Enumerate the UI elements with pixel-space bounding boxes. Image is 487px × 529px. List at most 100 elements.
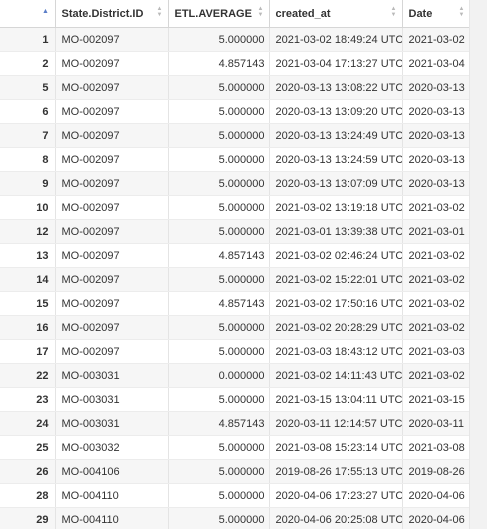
date-cell: 2020-04-06 [402,483,471,508]
sort-ascending-icon[interactable]: ▲ [42,8,49,15]
column-header-index[interactable]: ▲ [0,0,56,28]
state-district-id-cell: MO-002097 [55,147,169,172]
column-header-created-at[interactable]: created_at ▲ ▼ [269,0,403,28]
table-row[interactable]: 26 MO-004106 5.000000 2019-08-26 17:55:1… [0,459,471,484]
table-row[interactable]: 7 MO-002097 5.000000 2020-03-13 13:24:49… [0,123,471,148]
etl-average-cell: 5.000000 [168,147,270,172]
row-index-cell: 28 [0,483,56,508]
row-index-cell: 26 [0,459,56,484]
date-cell: 2020-03-13 [402,171,471,196]
state-district-id-cell: MO-002097 [55,51,169,76]
state-district-id-cell: MO-002097 [55,99,169,124]
state-district-id-cell: MO-002097 [55,291,169,316]
date-cell: 2021-03-02 [402,243,471,268]
table-row[interactable]: 16 MO-002097 5.000000 2021-03-02 20:28:2… [0,315,471,340]
date-cell: 2019-08-26 [402,459,471,484]
etl-average-cell: 4.857143 [168,291,270,316]
state-district-id-cell: MO-004110 [55,483,169,508]
data-table: ▲ State.District.ID ▲ ▼ ETL.AVERAGE ▲ ▼ cr… [0,0,471,529]
sort-icon[interactable]: ▲ ▼ [157,6,163,18]
header-row: ▲ State.District.ID ▲ ▼ ETL.AVERAGE ▲ ▼ cr… [0,0,471,28]
etl-average-cell: 0.000000 [168,363,270,388]
etl-average-cell: 5.000000 [168,219,270,244]
etl-average-cell: 4.857143 [168,411,270,436]
state-district-id-cell: MO-002097 [55,267,169,292]
etl-average-cell: 5.000000 [168,171,270,196]
created-at-cell: 2020-03-11 12:14:57 UTC [269,411,403,436]
state-district-id-cell: MO-003031 [55,387,169,412]
created-at-cell: 2020-04-06 20:25:08 UTC [269,507,403,529]
created-at-cell: 2021-03-02 17:50:16 UTC [269,291,403,316]
sort-icon[interactable]: ▲ ▼ [258,6,264,18]
etl-average-cell: 5.000000 [168,99,270,124]
etl-average-cell: 5.000000 [168,123,270,148]
table-row[interactable]: 5 MO-002097 5.000000 2020-03-13 13:08:22… [0,75,471,100]
etl-average-cell: 4.857143 [168,51,270,76]
date-cell: 2020-03-11 [402,411,471,436]
date-cell: 2020-03-13 [402,99,471,124]
date-cell: 2021-03-02 [402,363,471,388]
table-row[interactable]: 28 MO-004110 5.000000 2020-04-06 17:23:2… [0,483,471,508]
created-at-cell: 2021-03-15 13:04:11 UTC [269,387,403,412]
sort-icon[interactable]: ▲ ▼ [459,6,465,18]
state-district-id-cell: MO-002097 [55,315,169,340]
row-index-cell: 8 [0,147,56,172]
created-at-cell: 2021-03-04 17:13:27 UTC [269,51,403,76]
table-row[interactable]: 8 MO-002097 5.000000 2020-03-13 13:24:59… [0,147,471,172]
state-district-id-cell: MO-003032 [55,435,169,460]
row-index-cell: 25 [0,435,56,460]
state-district-id-cell: MO-003031 [55,411,169,436]
etl-average-cell: 5.000000 [168,27,270,52]
created-at-cell: 2019-08-26 17:55:13 UTC [269,459,403,484]
row-index-cell: 12 [0,219,56,244]
table-row[interactable]: 22 MO-003031 0.000000 2021-03-02 14:11:4… [0,363,471,388]
etl-average-cell: 5.000000 [168,507,270,529]
created-at-cell: 2021-03-08 15:23:14 UTC [269,435,403,460]
column-header-etl-average[interactable]: ETL.AVERAGE ▲ ▼ [168,0,270,28]
created-at-cell: 2021-03-02 14:11:43 UTC [269,363,403,388]
table-row[interactable]: 12 MO-002097 5.000000 2021-03-01 13:39:3… [0,219,471,244]
table-row[interactable]: 17 MO-002097 5.000000 2021-03-03 18:43:1… [0,339,471,364]
state-district-id-cell: MO-002097 [55,75,169,100]
row-index-cell: 13 [0,243,56,268]
created-at-cell: 2020-03-13 13:09:20 UTC [269,99,403,124]
table-row[interactable]: 25 MO-003032 5.000000 2021-03-08 15:23:1… [0,435,471,460]
row-index-cell: 29 [0,507,56,529]
state-district-id-cell: MO-004106 [55,459,169,484]
state-district-id-cell: MO-002097 [55,243,169,268]
created-at-cell: 2020-03-13 13:24:49 UTC [269,123,403,148]
date-cell: 2021-03-03 [402,339,471,364]
created-at-cell: 2020-03-13 13:07:09 UTC [269,171,403,196]
table-row[interactable]: 29 MO-004110 5.000000 2020-04-06 20:25:0… [0,507,471,529]
date-cell: 2021-03-02 [402,291,471,316]
column-header-state-district-id[interactable]: State.District.ID ▲ ▼ [55,0,169,28]
state-district-id-cell: MO-002097 [55,195,169,220]
sort-icon[interactable]: ▲ ▼ [391,6,397,18]
created-at-cell: 2021-03-02 15:22:01 UTC [269,267,403,292]
state-district-id-cell: MO-002097 [55,219,169,244]
row-index-cell: 6 [0,99,56,124]
table-row[interactable]: 13 MO-002097 4.857143 2021-03-02 02:46:2… [0,243,471,268]
vertical-scrollbar[interactable] [469,0,487,529]
created-at-cell: 2021-03-03 18:43:12 UTC [269,339,403,364]
data-grid: ▲ State.District.ID ▲ ▼ ETL.AVERAGE ▲ ▼ cr… [0,0,487,529]
table-row[interactable]: 24 MO-003031 4.857143 2020-03-11 12:14:5… [0,411,471,436]
date-cell: 2020-04-06 [402,507,471,529]
state-district-id-cell: MO-002097 [55,171,169,196]
table-row[interactable]: 9 MO-002097 5.000000 2020-03-13 13:07:09… [0,171,471,196]
created-at-cell: 2021-03-01 13:39:38 UTC [269,219,403,244]
etl-average-cell: 5.000000 [168,435,270,460]
etl-average-cell: 5.000000 [168,339,270,364]
table-row[interactable]: 1 MO-002097 5.000000 2021-03-02 18:49:24… [0,27,471,52]
column-header-date[interactable]: Date ▲ ▼ [402,0,471,28]
row-index-cell: 5 [0,75,56,100]
table-row[interactable]: 6 MO-002097 5.000000 2020-03-13 13:09:20… [0,99,471,124]
table-row[interactable]: 23 MO-003031 5.000000 2021-03-15 13:04:1… [0,387,471,412]
table-row[interactable]: 2 MO-002097 4.857143 2021-03-04 17:13:27… [0,51,471,76]
row-index-cell: 14 [0,267,56,292]
table-row[interactable]: 14 MO-002097 5.000000 2021-03-02 15:22:0… [0,267,471,292]
date-cell: 2021-03-04 [402,51,471,76]
table-row[interactable]: 10 MO-002097 5.000000 2021-03-02 13:19:1… [0,195,471,220]
etl-average-cell: 5.000000 [168,315,270,340]
table-row[interactable]: 15 MO-002097 4.857143 2021-03-02 17:50:1… [0,291,471,316]
